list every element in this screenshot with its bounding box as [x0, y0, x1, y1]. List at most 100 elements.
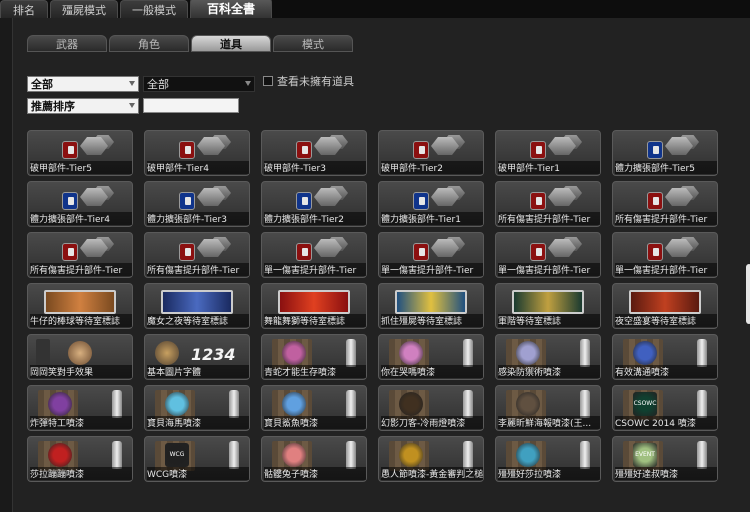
- item-card[interactable]: 所有傷害提升部件-Tier: [144, 232, 250, 278]
- item-card[interactable]: 炸彈特工噴漆: [27, 385, 133, 431]
- spray-icon: [516, 443, 540, 467]
- item-card[interactable]: 體力擴張部件-Tier2: [261, 181, 367, 227]
- item-name: CSOWC 2014 噴漆: [615, 416, 717, 429]
- item-name: 破甲部件-Tier3: [264, 161, 366, 174]
- item-card[interactable]: 牛仔的棒球等待室標誌: [27, 283, 133, 329]
- item-name: 單一傷害提升部件-Tier: [264, 263, 366, 276]
- item-card[interactable]: 所有傷害提升部件-Tier: [27, 232, 133, 278]
- item-card[interactable]: 寶貝鯊魚噴漆: [261, 385, 367, 431]
- badge-symbol-icon: [302, 248, 308, 256]
- item-card[interactable]: 骷髏兔子噴漆: [261, 436, 367, 482]
- item-card[interactable]: 所有傷害提升部件-Tier: [612, 181, 718, 227]
- item-name: 體力擴張部件-Tier2: [264, 212, 366, 225]
- tab-encyclopedia[interactable]: 百科全書: [190, 0, 272, 18]
- sort-select[interactable]: 推薦排序: [27, 98, 139, 114]
- item-card[interactable]: 破甲部件-Tier1: [495, 130, 601, 176]
- subtab-modes[interactable]: 模式: [273, 35, 353, 52]
- subtab-items[interactable]: 道具: [191, 35, 271, 52]
- item-name: 你在哭嗎噴漆: [381, 365, 483, 378]
- dragon-dance-plate-icon: [278, 290, 350, 314]
- blue-health-part-icon: [62, 192, 78, 210]
- spray-can-icon: [346, 339, 356, 367]
- item-card[interactable]: 有效溝通噴漆: [612, 334, 718, 380]
- subcategory-select[interactable]: 全部: [143, 76, 255, 92]
- badge-symbol-icon: [68, 248, 74, 256]
- item-name: 所有傷害提升部件-Tier: [30, 263, 132, 276]
- item-name: 單一傷害提升部件-Tier: [381, 263, 483, 276]
- subtab-characters[interactable]: 角色: [109, 35, 189, 52]
- spray-can-icon: [112, 390, 122, 418]
- item-name: 牛仔的棒球等待室標誌: [30, 314, 132, 327]
- item-card[interactable]: 魔女之夜等待室標誌: [144, 283, 250, 329]
- chevron-down-icon: [129, 103, 135, 108]
- subtab-weapons[interactable]: 武器: [27, 35, 107, 52]
- item-card[interactable]: 單一傷害提升部件-Tier: [612, 232, 718, 278]
- item-name: 體力擴張部件-Tier3: [147, 212, 249, 225]
- item-card[interactable]: 夜空盛宴等待室標誌: [612, 283, 718, 329]
- item-card[interactable]: 體力擴張部件-Tier4: [27, 181, 133, 227]
- chevron-down-icon: [245, 81, 251, 86]
- encyclopedia-window: 排名 殭屍模式 一般模式 百科全書 武器 角色 道具 模式 全部 全部 查看未擁…: [0, 0, 750, 512]
- item-card[interactable]: 破甲部件-Tier3: [261, 130, 367, 176]
- item-grid-scrollbar[interactable]: [746, 130, 750, 510]
- item-card[interactable]: 單一傷害提升部件-Tier: [378, 232, 484, 278]
- tab-zombie-mode[interactable]: 殭屍模式: [50, 0, 118, 18]
- item-card[interactable]: 李麗昕鮮海報噴漆(王...: [495, 385, 601, 431]
- spray-can-icon: [229, 441, 239, 469]
- chevron-down-icon: [129, 81, 135, 86]
- item-name: 岡岡笑對手效果: [30, 365, 132, 378]
- item-card[interactable]: 你在哭嗎噴漆: [378, 334, 484, 380]
- item-card[interactable]: 幻影刀客-冷雨燈噴漆: [378, 385, 484, 431]
- item-card[interactable]: 愚人節噴漆-黃金審判之槌: [378, 436, 484, 482]
- item-card[interactable]: WCG WCG噴漆: [144, 436, 250, 482]
- item-card[interactable]: 破甲部件-Tier2: [378, 130, 484, 176]
- item-card[interactable]: 感染防禦術噴漆: [495, 334, 601, 380]
- item-card[interactable]: 單一傷害提升部件-Tier: [261, 232, 367, 278]
- item-card[interactable]: CSOWC CSOWC 2014 噴漆: [612, 385, 718, 431]
- item-card[interactable]: 軍階等待室標誌: [495, 283, 601, 329]
- item-card[interactable]: 殭殭好莎拉噴漆: [495, 436, 601, 482]
- scrollbar-thumb[interactable]: [746, 264, 750, 324]
- item-name: 破甲部件-Tier4: [147, 161, 249, 174]
- badge-symbol-icon: [302, 146, 308, 154]
- item-card[interactable]: EVENT 殭殭好達叔噴漆: [612, 436, 718, 482]
- badge-symbol-icon: [302, 197, 308, 205]
- item-card[interactable]: 體力擴張部件-Tier3: [144, 181, 250, 227]
- item-card[interactable]: 1234 基本圖片字體: [144, 334, 250, 380]
- badge-symbol-icon: [68, 146, 74, 154]
- sort-select-value: 推薦排序: [31, 100, 75, 113]
- category-subtabs: 武器 角色 道具 模式: [27, 35, 355, 52]
- tab-normal-mode[interactable]: 一般模式: [120, 0, 188, 18]
- item-card[interactable]: 所有傷害提升部件-Tier: [495, 181, 601, 227]
- show-unowned-checkbox[interactable]: [263, 76, 273, 86]
- item-card[interactable]: 單一傷害提升部件-Tier: [495, 232, 601, 278]
- badge-symbol-icon: [653, 146, 659, 154]
- spray-icon: [48, 443, 72, 467]
- spray-icon: CSOWC: [633, 392, 657, 416]
- tab-ranking[interactable]: 排名: [0, 0, 48, 18]
- item-card[interactable]: 岡岡笑對手效果: [27, 334, 133, 380]
- laugh-effect-icon: [68, 341, 92, 365]
- spray-icon: [633, 341, 657, 365]
- search-input[interactable]: [143, 98, 239, 113]
- spray-icon: [48, 392, 72, 416]
- item-card[interactable]: 舞龍舞獅等待室標誌: [261, 283, 367, 329]
- item-grid: 破甲部件-Tier5 破甲部件-Tier4 破甲部件-Tier3 破甲部件-Tier2…: [27, 130, 733, 510]
- item-name: 感染防禦術噴漆: [498, 365, 600, 378]
- item-card[interactable]: 青蛇才能生存噴漆: [261, 334, 367, 380]
- item-card[interactable]: 破甲部件-Tier5: [27, 130, 133, 176]
- category-select[interactable]: 全部: [27, 76, 139, 92]
- item-card[interactable]: 破甲部件-Tier4: [144, 130, 250, 176]
- item-name: 所有傷害提升部件-Tier: [147, 263, 249, 276]
- item-card[interactable]: 抓住殭屍等待室標誌: [378, 283, 484, 329]
- spray-icon: EVENT: [633, 443, 657, 467]
- red-shield-part-icon: [413, 141, 429, 159]
- item-card[interactable]: 莎拉蹦蹦噴漆: [27, 436, 133, 482]
- item-card[interactable]: 寶貝海馬噴漆: [144, 385, 250, 431]
- spray-can-icon: [697, 441, 707, 469]
- item-name: 有效溝通噴漆: [615, 365, 717, 378]
- item-name: 殭殭好達叔噴漆: [615, 467, 717, 480]
- item-card[interactable]: 體力擴張部件-Tier5: [612, 130, 718, 176]
- item-card[interactable]: 體力擴張部件-Tier1: [378, 181, 484, 227]
- red-shield-part-icon: [62, 141, 78, 159]
